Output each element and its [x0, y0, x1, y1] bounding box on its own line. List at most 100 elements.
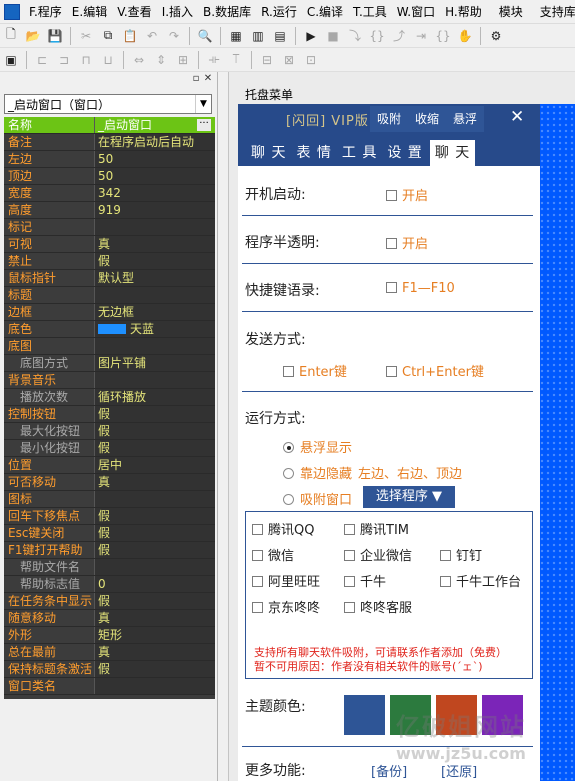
stop-icon[interactable]: ■ — [323, 26, 343, 46]
property-value[interactable]: 循环播放 — [95, 389, 215, 405]
property-row[interactable]: 左边 50 — [4, 151, 215, 168]
app-option-qianniu[interactable]: 千牛 — [344, 571, 386, 590]
property-value[interactable]: 无边框 — [95, 304, 215, 320]
tab-settings[interactable]: 设 置 — [382, 140, 427, 166]
chevron-down-icon[interactable]: ▼ — [195, 95, 211, 113]
select-program-button[interactable]: 选择程序 ▼ — [363, 486, 455, 508]
step-out-icon[interactable]: ⤴ — [389, 26, 409, 46]
object-selector[interactable]: _启动窗口（窗口） ▼ — [4, 94, 212, 114]
run-to-cursor-icon[interactable]: ⇥ — [411, 26, 431, 46]
align-right-icon[interactable]: ⊐ — [54, 50, 74, 70]
center-h-icon[interactable]: ⊟ — [257, 50, 277, 70]
transparent-option[interactable]: 开启 — [386, 233, 428, 252]
radio-button[interactable] — [283, 468, 294, 479]
menu-run[interactable]: R.运行 — [256, 1, 302, 23]
property-row[interactable]: 帮助文件名 — [4, 559, 215, 576]
grid-icon[interactable]: ⊡ — [301, 50, 321, 70]
property-value[interactable]: 真 — [95, 610, 215, 626]
property-row[interactable]: 名称 _启动窗口 ··· — [4, 117, 215, 134]
checkbox[interactable] — [386, 238, 397, 249]
breakpoint-icon[interactable]: {} — [433, 26, 453, 46]
property-value[interactable] — [95, 559, 215, 575]
copy-icon[interactable]: ⧉ — [98, 26, 118, 46]
property-row[interactable]: 可否移动真 — [4, 474, 215, 491]
new-file-icon[interactable]: 🗋 — [1, 26, 21, 46]
property-value[interactable]: 居中 — [95, 457, 215, 473]
close-icon[interactable]: ✕ — [510, 107, 524, 127]
restore-icon[interactable]: ▫ — [190, 73, 202, 85]
property-row[interactable]: 底图方式 图片平铺 — [4, 355, 215, 372]
property-value[interactable]: 默认型 — [95, 270, 215, 286]
property-value[interactable]: 假 — [95, 593, 215, 609]
property-row[interactable]: 保持标题条激活假 — [4, 661, 215, 678]
float-button[interactable]: 悬浮 — [446, 106, 484, 132]
center-v-icon[interactable]: ⊠ — [279, 50, 299, 70]
same-width-icon[interactable]: ⇔ — [129, 50, 149, 70]
property-row[interactable]: 底色 天蓝 — [4, 321, 215, 338]
property-value[interactable]: 假 — [95, 406, 215, 422]
property-value[interactable]: 50 — [95, 151, 215, 167]
property-value[interactable]: 图片平铺 — [95, 355, 215, 371]
property-value[interactable]: 真 — [95, 474, 215, 490]
save-icon[interactable]: 💾 — [45, 26, 65, 46]
menu-compile[interactable]: C.编译 — [302, 1, 348, 23]
property-value[interactable]: 假 — [95, 440, 215, 456]
checkbox[interactable] — [386, 366, 397, 377]
property-value[interactable]: 在程序启动后自动 — [95, 134, 215, 150]
property-row[interactable]: 最小化按钮假 — [4, 440, 215, 457]
property-value[interactable]: 919 — [95, 202, 215, 218]
property-row[interactable]: 标题 — [4, 287, 215, 304]
run-edge-hide-option[interactable]: 靠边隐藏 左边、右边、顶边 — [283, 463, 462, 482]
property-value[interactable]: 0 — [95, 576, 215, 592]
menu-program[interactable]: F.程序 — [24, 1, 67, 23]
undo-icon[interactable]: ↶ — [142, 26, 162, 46]
checkbox[interactable] — [386, 190, 397, 201]
property-row[interactable]: 备注 在程序启动后自动 — [4, 134, 215, 151]
property-row[interactable]: 背景音乐 — [4, 372, 215, 389]
layout-window-icon[interactable]: ▦ — [226, 26, 246, 46]
checkbox[interactable] — [283, 366, 294, 377]
attach-button[interactable]: 吸附 — [370, 106, 408, 132]
property-value[interactable]: 假 — [95, 508, 215, 524]
checkbox[interactable] — [252, 550, 263, 561]
property-row[interactable]: 播放次数 循环播放 — [4, 389, 215, 406]
menu-database[interactable]: B.数据库 — [198, 1, 256, 23]
hotkey-option[interactable]: F1—F10 — [386, 281, 455, 296]
radio-button[interactable] — [283, 494, 294, 505]
checkbox[interactable] — [344, 576, 355, 587]
ellipsis-button[interactable]: ··· — [197, 119, 211, 131]
property-row[interactable]: 鼠标指针 默认型 — [4, 270, 215, 287]
menu-edit[interactable]: E.编辑 — [67, 1, 112, 23]
shrink-button[interactable]: 收缩 — [408, 106, 446, 132]
app-option-qq[interactable]: 腾讯QQ — [252, 519, 314, 538]
app-option-dongdong-service[interactable]: 咚咚客服 — [344, 597, 412, 616]
app-option-aliwangwang[interactable]: 阿里旺旺 — [252, 571, 320, 590]
property-value[interactable] — [95, 491, 215, 507]
property-row[interactable]: 控制按钮假 — [4, 406, 215, 423]
menu-tools[interactable]: T.工具 — [348, 1, 392, 23]
property-value[interactable]: 矩形 — [95, 627, 215, 643]
same-height-icon[interactable]: ⇕ — [151, 50, 171, 70]
send-enter-option[interactable]: Enter键 — [283, 361, 347, 380]
menu-insert[interactable]: I.插入 — [157, 1, 198, 23]
property-value[interactable] — [95, 678, 215, 694]
menu-support-library[interactable]: 支持库 — [535, 1, 575, 23]
step-into-icon[interactable]: ⤵ — [345, 26, 365, 46]
vspace-icon[interactable]: ⟙ — [226, 50, 246, 70]
app-option-wework[interactable]: 企业微信 — [344, 545, 412, 564]
layout-grid-icon[interactable]: ▤ — [270, 26, 290, 46]
property-value[interactable]: 假 — [95, 423, 215, 439]
align-top-icon[interactable]: ⊓ — [76, 50, 96, 70]
startup-option[interactable]: 开启 — [386, 185, 428, 204]
property-row[interactable]: 外形 矩形 — [4, 627, 215, 644]
property-value[interactable]: 假 — [95, 661, 215, 677]
property-value[interactable]: 假 — [95, 525, 215, 541]
app-option-tim[interactable]: 腾讯TIM — [344, 519, 409, 538]
property-value[interactable]: 假 — [95, 542, 215, 558]
close-icon[interactable]: ✕ — [202, 73, 214, 85]
property-value[interactable]: 342 — [95, 185, 215, 201]
menu-help[interactable]: H.帮助 — [440, 1, 487, 23]
app-option-jd-dongdong[interactable]: 京东咚咚 — [252, 597, 320, 616]
app-option-qianniu-workbench[interactable]: 千牛工作台 — [440, 571, 521, 590]
layout-split-icon[interactable]: ▥ — [248, 26, 268, 46]
